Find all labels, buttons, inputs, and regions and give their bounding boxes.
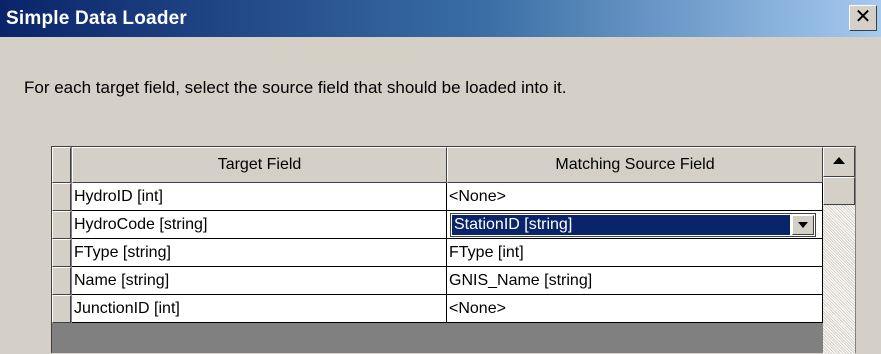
row-selector[interactable]: [52, 183, 71, 211]
row-selector[interactable]: [52, 211, 71, 239]
close-button[interactable]: ✕: [849, 5, 877, 31]
source-field-cell[interactable]: FType [int]: [447, 239, 823, 267]
grid-header-row: Target Field Matching Source Field: [52, 147, 823, 183]
table-row: JunctionID [int] <None>: [52, 295, 823, 323]
source-field-cell[interactable]: GNIS_Name [string]: [447, 267, 823, 295]
title-bar[interactable]: Simple Data Loader ✕: [0, 0, 881, 37]
table-row: HydroCode [string] StationID [string]: [52, 211, 823, 239]
vertical-scrollbar[interactable]: [823, 147, 855, 354]
column-header-target-field[interactable]: Target Field: [72, 147, 447, 183]
scroll-thumb[interactable]: [823, 177, 855, 205]
source-field-cell[interactable]: <None>: [447, 295, 823, 323]
target-field-cell[interactable]: HydroID [int]: [72, 183, 447, 211]
target-field-cell[interactable]: Name [string]: [72, 267, 447, 295]
chevron-down-icon: [798, 222, 808, 228]
row-selector[interactable]: [52, 267, 71, 295]
table-row: FType [string] FType [int]: [52, 239, 823, 267]
target-field-cell[interactable]: JunctionID [int]: [72, 295, 447, 323]
table-row: HydroID [int] <None>: [52, 183, 823, 211]
field-mapping-grid: Target Field Matching Source Field Hydro…: [51, 146, 856, 354]
source-field-dropdown[interactable]: StationID [string]: [450, 213, 816, 237]
row-selector[interactable]: [52, 295, 71, 323]
scroll-up-button[interactable]: [823, 147, 855, 177]
dropdown-selected-value[interactable]: StationID [string]: [452, 215, 790, 235]
close-icon: ✕: [854, 6, 872, 28]
header-corner[interactable]: [52, 147, 71, 183]
table-row: Name [string] GNIS_Name [string]: [52, 267, 823, 295]
instruction-text: For each target field, select the source…: [24, 78, 567, 97]
window-title: Simple Data Loader: [6, 8, 187, 29]
source-field-cell-editing: StationID [string]: [447, 211, 823, 239]
dropdown-button[interactable]: [792, 215, 814, 235]
source-field-cell[interactable]: <None>: [447, 183, 823, 211]
arrow-up-icon: [833, 157, 845, 164]
column-header-matching-source-field[interactable]: Matching Source Field: [447, 147, 823, 183]
target-field-cell[interactable]: FType [string]: [72, 239, 447, 267]
row-selector[interactable]: [52, 239, 71, 267]
target-field-cell[interactable]: HydroCode [string]: [72, 211, 447, 239]
